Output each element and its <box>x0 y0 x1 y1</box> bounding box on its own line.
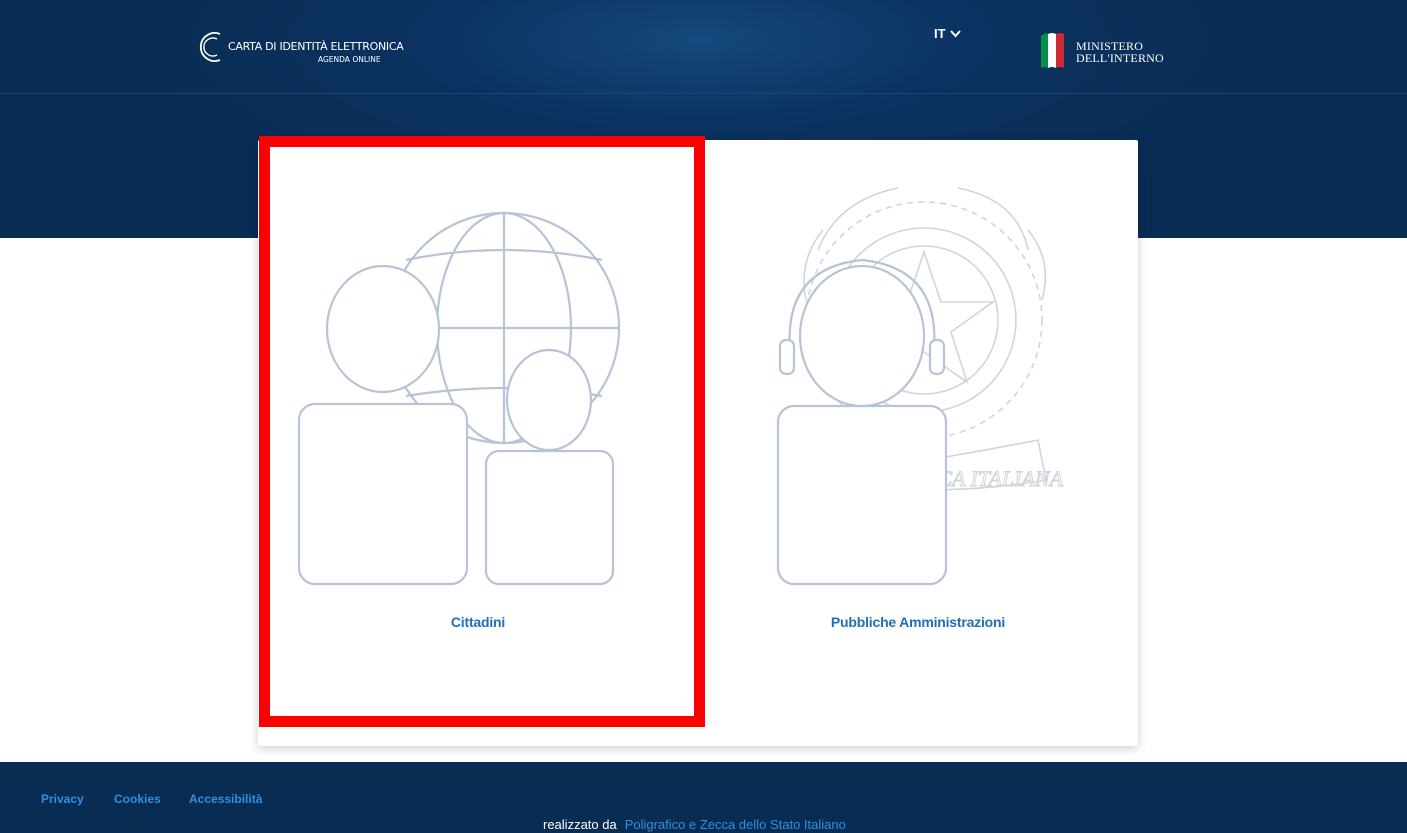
top-bar: CARTA DI IDENTITÀ ELETTRONICA AGENDA ONL… <box>0 0 1407 93</box>
operator-emblem-icon: ICA ITALIANA <box>776 187 1064 586</box>
ministry-line-2: DELL'INTERNO <box>1076 51 1164 65</box>
cie-logo-icon[interactable] <box>198 26 224 72</box>
pubbliche-amministrazioni-option[interactable]: ICA ITALIANA Pubbliche Amministrazioni <box>698 140 1138 746</box>
logo-subtitle: AGENDA ONLINE <box>318 55 381 64</box>
selection-card: Cittadini ICA ITALIANA Pubbliche Amminis… <box>258 140 1138 746</box>
ministry-name: MINISTERO DELL'INTERNO <box>1076 40 1164 64</box>
cittadini-option[interactable]: Cittadini <box>258 140 698 746</box>
footer-link-privacy[interactable]: Privacy <box>41 792 84 806</box>
footer-credit: realizzato da Poligrafico e Zecca dello S… <box>543 817 846 832</box>
pubbliche-amministrazioni-label: Pubbliche Amministrazioni <box>830 614 1006 630</box>
footer-link-cookies[interactable]: Cookies <box>114 792 161 806</box>
cittadini-label: Cittadini <box>450 614 506 630</box>
language-selector[interactable]: IT <box>934 26 961 41</box>
italian-flag-icon <box>1041 33 1064 68</box>
credit-link[interactable]: Poligrafico e Zecca dello Stato Italiano <box>625 817 846 832</box>
citizens-globe-icon <box>297 211 621 586</box>
header-divider <box>0 93 1407 94</box>
footer-link-accessibilita[interactable]: Accessibilità <box>189 792 262 806</box>
credit-prefix: realizzato da <box>543 817 617 832</box>
footer: Privacy Cookies Accessibilità realizzato… <box>0 762 1407 833</box>
chevron-down-icon <box>949 30 961 38</box>
language-label: IT <box>934 26 946 41</box>
logo-title: CARTA DI IDENTITÀ ELETTRONICA <box>228 40 404 53</box>
emblem-lettering: ICA ITALIANA <box>929 466 1064 491</box>
